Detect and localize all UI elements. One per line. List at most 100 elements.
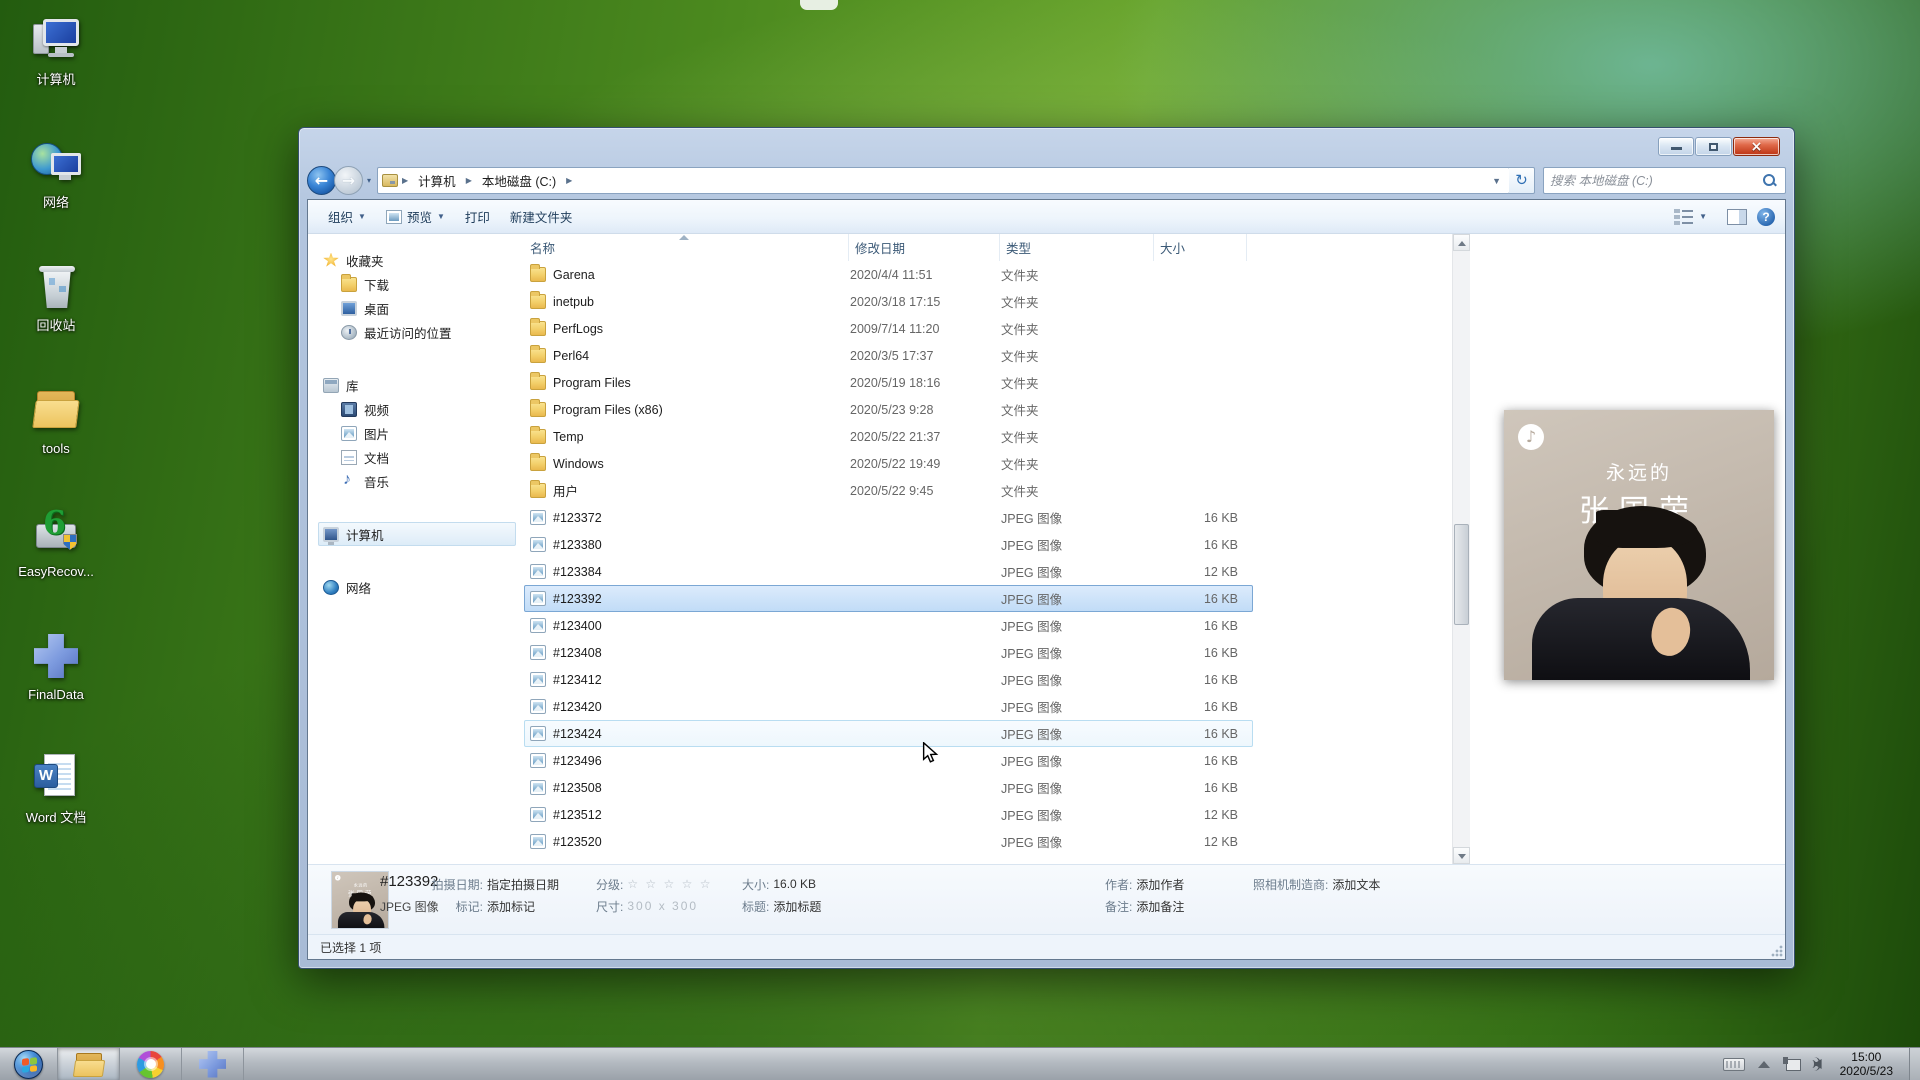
taskbar-explorer-button[interactable] [58,1048,120,1080]
preview-button[interactable]: 预览 ▼ [376,202,455,231]
sidebar-item-label: 计算机 [346,525,384,544]
breadcrumb-computer[interactable]: 计算机 [412,168,462,193]
table-row[interactable]: Temp 2020/5/22 21:37 文件夹 [524,423,1253,450]
table-row[interactable]: Perl64 2020/3/5 17:37 文件夹 [524,342,1253,369]
desktop-icon[interactable]: 计算机 [0,14,112,87]
column-header-date[interactable]: 修改日期 [849,234,1000,261]
detail-value[interactable]: 300 x 300 [627,899,698,913]
keyboard-tray-icon[interactable] [1723,1058,1745,1071]
search-input[interactable] [1544,174,1762,188]
desktop-icon[interactable]: 回收站 [0,260,112,333]
sidebar-item[interactable]: 计算机 [318,522,516,546]
table-row[interactable]: #123408 JPEG 图像 16 KB [524,639,1253,666]
desktop-icon[interactable]: 网络 [0,137,112,210]
change-view-button[interactable]: ▼ [1664,204,1717,230]
desktop-icon[interactable]: Word 文档 [0,752,112,825]
table-row[interactable]: PerfLogs 2009/7/14 11:20 文件夹 [524,315,1253,342]
detail-value[interactable]: ☆ ☆ ☆ ☆ ☆ [627,877,712,891]
volume-tray-icon[interactable] [1814,1057,1821,1071]
table-row[interactable]: #123380 JPEG 图像 16 KB [524,531,1253,558]
address-bar[interactable]: ▶ 计算机 ▶ 本地磁盘 (C:) ▶ ▼ [377,167,1510,194]
scrollbar-thumb[interactable] [1454,524,1469,625]
table-row[interactable]: Program Files (x86) 2020/5/23 9:28 文件夹 [524,396,1253,423]
show-hidden-icons-icon[interactable] [1758,1061,1770,1068]
forward-button[interactable]: → [334,166,363,195]
desktop-icon[interactable]: tools [0,383,112,456]
address-dropdown-icon[interactable]: ▼ [1488,176,1505,186]
desktop-icon[interactable]: EasyRecov... [0,506,112,579]
table-row[interactable]: #123384 JPEG 图像 12 KB [524,558,1253,585]
sidebar-item[interactable]: 最近访问的位置 [336,320,516,344]
detail-label: 拍摄日期: [421,876,483,893]
taskbar-finaldata-button[interactable] [182,1048,244,1080]
table-row[interactable]: 用户 2020/5/22 9:45 文件夹 [524,477,1253,504]
organize-button[interactable]: 组织 ▼ [318,202,376,231]
table-row[interactable]: Garena 2020/4/4 11:51 文件夹 [524,261,1253,288]
help-icon[interactable] [1757,208,1775,226]
maximize-button[interactable] [1695,137,1732,156]
desktop-icon-label: 网络 [43,195,69,210]
preview-pane-toggle-icon[interactable] [1727,209,1747,225]
back-arrow-icon: ← [308,167,335,194]
file-type-icon [530,591,546,606]
table-row[interactable]: #123508 JPEG 图像 16 KB [524,774,1253,801]
sidebar-item[interactable]: 下载 [336,272,516,296]
taskbar-browser-button[interactable] [120,1048,182,1080]
scroll-up-button[interactable] [1453,234,1470,251]
sidebar-item[interactable]: 桌面 [336,296,516,320]
file-name: Windows [553,457,604,471]
taskbar-clock[interactable]: 15:00 2020/5/23 [1834,1050,1899,1078]
search-icon[interactable] [1762,173,1777,188]
close-button[interactable] [1733,137,1780,156]
new-folder-button[interactable]: 新建文件夹 [500,202,583,231]
table-row[interactable]: #123372 JPEG 图像 16 KB [524,504,1253,531]
desktop-icon-image [29,629,83,683]
table-row[interactable]: #123496 JPEG 图像 16 KB [524,747,1253,774]
detail-value[interactable]: 16.0 KB [773,877,816,891]
column-header-type[interactable]: 类型 [1000,234,1154,261]
sidebar-item[interactable]: 库 [318,373,516,397]
sidebar-item-icon [341,426,357,441]
sidebar-item[interactable]: 图片 [336,421,516,445]
start-button[interactable] [0,1048,58,1080]
table-row[interactable]: #123412 JPEG 图像 16 KB [524,666,1253,693]
file-type: 文件夹 [1001,481,1155,500]
table-row[interactable]: #123400 JPEG 图像 16 KB [524,612,1253,639]
vertical-scrollbar[interactable] [1452,234,1470,864]
detail-value[interactable]: 添加文本 [1332,876,1380,893]
detail-value[interactable]: 添加标记 [487,898,535,915]
column-header-size[interactable]: 大小 [1154,234,1247,261]
table-row[interactable]: #123520 JPEG 图像 12 KB [524,828,1253,855]
back-button[interactable]: ← [307,166,336,195]
sidebar-item[interactable]: 音乐 [336,469,516,493]
details-column-rating-size: 分级: ☆ ☆ ☆ ☆ ☆ 尺寸: 300 x 300 [596,873,712,917]
chevron-down-icon: ▼ [358,212,366,221]
desktop-icon[interactable]: FinalData [0,629,112,702]
print-button[interactable]: 打印 [455,202,500,231]
sidebar-item[interactable]: 文档 [336,445,516,469]
breadcrumb-local-disk-c[interactable]: 本地磁盘 (C:) [476,168,562,193]
detail-value[interactable]: 添加作者 [1136,876,1184,893]
sidebar-item[interactable]: 收藏夹 [318,248,516,272]
sidebar-item[interactable]: 视频 [336,397,516,421]
table-row[interactable]: #123424 JPEG 图像 16 KB [524,720,1253,747]
detail-value[interactable]: 添加标题 [773,898,821,915]
file-name: #123412 [553,673,602,687]
history-dropdown-icon[interactable]: ▾ [367,176,371,185]
window-titlebar[interactable] [307,128,1786,162]
detail-value[interactable]: 指定拍摄日期 [487,876,559,893]
scroll-down-button[interactable] [1453,847,1470,864]
minimize-button[interactable] [1658,137,1694,156]
sidebar-item[interactable]: 网络 [318,575,516,599]
table-row[interactable]: #123512 JPEG 图像 12 KB [524,801,1253,828]
resize-grip[interactable] [1770,944,1783,957]
table-row[interactable]: Program Files 2020/5/19 18:16 文件夹 [524,369,1253,396]
show-desktop-button[interactable] [1909,1048,1920,1080]
table-row[interactable]: Windows 2020/5/22 19:49 文件夹 [524,450,1253,477]
network-tray-icon[interactable] [1783,1057,1801,1071]
refresh-button[interactable]: ↻ [1509,167,1535,194]
detail-value[interactable]: 添加备注 [1136,898,1184,915]
table-row[interactable]: #123420 JPEG 图像 16 KB [524,693,1253,720]
table-row[interactable]: #123392 JPEG 图像 16 KB [524,585,1253,612]
table-row[interactable]: inetpub 2020/3/18 17:15 文件夹 [524,288,1253,315]
